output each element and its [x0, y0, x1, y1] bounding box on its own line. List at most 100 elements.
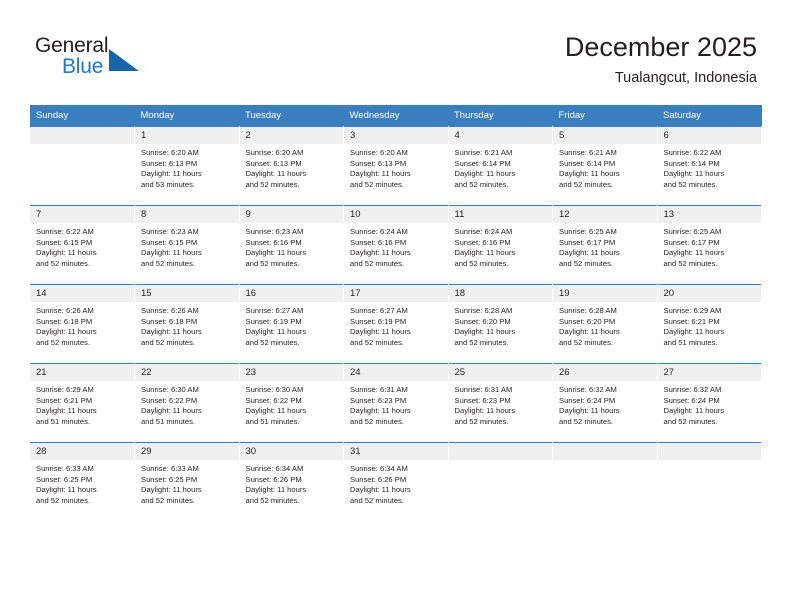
calendar-day-cell[interactable]: 10 Sunrise: 6:24 AM Sunset: 6:16 PM Dayligh…: [343, 205, 449, 285]
calendar-day-cell[interactable]: 11 Sunrise: 6:24 AM Sunset: 6:16 PM Dayligh…: [448, 205, 553, 285]
day-number: 28: [30, 443, 134, 460]
day-details: Sunrise: 6:24 AM Sunset: 6:16 PM Daylight:…: [344, 223, 448, 269]
sunset-text: Sunset: 6:18 PM: [141, 316, 198, 326]
day-number: 15: [135, 285, 239, 302]
calendar-day-cell[interactable]: 9 Sunrise: 6:23 AM Sunset: 6:16 PM Daylight…: [239, 205, 344, 285]
calendar-day-cell[interactable]: 22 Sunrise: 6:30 AM Sunset: 6:22 PM Dayligh…: [134, 363, 240, 443]
daylight-text-line2: and 52 minutes.: [350, 258, 405, 268]
page-title: December 2025: [564, 32, 757, 62]
calendar-day-cell[interactable]: 12 Sunrise: 6:25 AM Sunset: 6:17 PM Dayligh…: [552, 205, 658, 285]
day-details: Sunrise: 6:22 AM Sunset: 6:15 PM Daylight:…: [30, 223, 134, 269]
calendar-day-cell[interactable]: 7 Sunrise: 6:22 AM Sunset: 6:15 PM Daylight…: [30, 205, 135, 285]
weekday-header-monday: Monday: [134, 105, 239, 127]
calendar-day-cell[interactable]: 29 Sunrise: 6:33 AM Sunset: 6:25 PM Dayligh…: [134, 442, 240, 521]
sunset-text: Sunset: 6:23 PM: [454, 395, 511, 405]
calendar-day-cell[interactable]: 2 Sunrise: 6:20 AM Sunset: 6:13 PM Daylight…: [239, 126, 344, 206]
general-blue-logo[interactable]: General Blue: [35, 34, 165, 86]
sunset-text: Sunset: 6:13 PM: [350, 158, 407, 168]
daylight-text-line1: Daylight: 11 hours: [663, 169, 725, 179]
day-details: Sunrise: 6:26 AM Sunset: 6:18 PM Daylight:…: [30, 302, 134, 348]
weekday-header-tuesday: Tuesday: [239, 105, 344, 127]
daylight-text-line2: and 52 minutes.: [663, 258, 718, 268]
calendar-day-cell[interactable]: 15 Sunrise: 6:26 AM Sunset: 6:18 PM Dayligh…: [134, 284, 240, 364]
day-details: Sunrise: 6:29 AM Sunset: 6:21 PM Daylight:…: [30, 381, 134, 427]
calendar-day-cell[interactable]: 31 Sunrise: 6:34 AM Sunset: 6:26 PM Dayligh…: [343, 442, 449, 521]
day-number: 12: [553, 206, 657, 223]
page-subtitle: Tualangcut, Indonesia: [614, 70, 757, 86]
sunset-text: Sunset: 6:22 PM: [245, 395, 302, 405]
calendar-day-cell[interactable]: 19 Sunrise: 6:28 AM Sunset: 6:20 PM Dayligh…: [552, 284, 658, 364]
daylight-text-line1: Daylight: 11 hours: [663, 248, 725, 258]
calendar-day-cell[interactable]: 27 Sunrise: 6:32 AM Sunset: 6:24 PM Dayligh…: [657, 363, 762, 443]
sunset-text: Sunset: 6:14 PM: [663, 158, 720, 168]
sunset-text: Sunset: 6:17 PM: [663, 237, 720, 247]
sunset-text: Sunset: 6:15 PM: [36, 237, 93, 247]
day-number: 23: [239, 364, 343, 381]
calendar-day-cell[interactable]: 17 Sunrise: 6:27 AM Sunset: 6:19 PM Dayligh…: [343, 284, 449, 364]
sunset-text: Sunset: 6:16 PM: [350, 237, 407, 247]
calendar-day-cell[interactable]: 6 Sunrise: 6:22 AM Sunset: 6:14 PM Daylight…: [657, 126, 762, 206]
day-details: Sunrise: 6:27 AM Sunset: 6:19 PM Daylight:…: [344, 302, 448, 348]
sunset-text: Sunset: 6:20 PM: [559, 316, 616, 326]
daylight-text-line1: Daylight: 11 hours: [559, 169, 620, 179]
calendar-day-cell[interactable]: 13 Sunrise: 6:25 AM Sunset: 6:17 PM Dayligh…: [657, 205, 762, 285]
day-details: Sunrise: 6:28 AM Sunset: 6:20 PM Daylight:…: [553, 302, 657, 348]
daylight-text-line2: and 52 minutes.: [245, 179, 300, 189]
daylight-text-line1: Daylight: 11 hours: [350, 485, 411, 495]
calendar-day-cell[interactable]: 3 Sunrise: 6:20 AM Sunset: 6:13 PM Daylight…: [343, 126, 449, 206]
day-details: Sunrise: 6:30 AM Sunset: 6:22 PM Daylight:…: [135, 381, 239, 427]
calendar-day-cell[interactable]: 4 Sunrise: 6:21 AM Sunset: 6:14 PM Daylight…: [448, 126, 553, 206]
calendar-day-cell[interactable]: 21 Sunrise: 6:29 AM Sunset: 6:21 PM Dayligh…: [30, 363, 135, 443]
calendar-day-cell[interactable]: 16 Sunrise: 6:27 AM Sunset: 6:19 PM Dayligh…: [239, 284, 344, 364]
calendar-day-cell[interactable]: 26 Sunrise: 6:32 AM Sunset: 6:24 PM Dayligh…: [552, 363, 658, 443]
day-details: Sunrise: 6:32 AM Sunset: 6:24 PM Daylight:…: [553, 381, 657, 427]
day-number: 7: [30, 206, 134, 223]
daylight-text-line2: and 52 minutes.: [350, 416, 405, 426]
sunset-text: Sunset: 6:19 PM: [350, 316, 407, 326]
weekday-header-sunday: Sunday: [30, 105, 135, 127]
sunrise-text: Sunrise: 6:29 AM: [663, 306, 722, 315]
day-details: Sunrise: 6:33 AM Sunset: 6:25 PM Daylight:…: [135, 460, 239, 506]
daylight-text-line2: and 52 minutes.: [141, 258, 196, 268]
day-details: Sunrise: 6:31 AM Sunset: 6:23 PM Daylight:…: [449, 381, 553, 427]
calendar-day-cell[interactable]: 18 Sunrise: 6:28 AM Sunset: 6:20 PM Dayligh…: [448, 284, 553, 364]
day-number: [553, 443, 657, 460]
day-details: Sunrise: 6:20 AM Sunset: 6:13 PM Daylight:…: [344, 144, 448, 190]
sunrise-text: Sunrise: 6:33 AM: [141, 464, 199, 473]
daylight-text-line2: and 52 minutes.: [350, 337, 405, 347]
sunrise-text: Sunrise: 6:23 AM: [141, 227, 199, 236]
day-number: 6: [657, 127, 761, 144]
calendar-day-cell[interactable]: 23 Sunrise: 6:30 AM Sunset: 6:22 PM Dayligh…: [239, 363, 344, 443]
daylight-text-line1: Daylight: 11 hours: [36, 485, 97, 495]
day-details: Sunrise: 6:21 AM Sunset: 6:14 PM Daylight:…: [553, 144, 657, 190]
daylight-text-line1: Daylight: 11 hours: [559, 327, 620, 337]
logo-text-blue: Blue: [62, 55, 104, 78]
day-details: Sunrise: 6:28 AM Sunset: 6:20 PM Daylight:…: [449, 302, 553, 348]
calendar-day-cell[interactable]: 30 Sunrise: 6:34 AM Sunset: 6:26 PM Dayligh…: [239, 442, 344, 521]
daylight-text-line2: and 51 minutes.: [245, 416, 300, 426]
sunrise-text: Sunrise: 6:28 AM: [454, 306, 513, 315]
sunrise-text: Sunrise: 6:23 AM: [245, 227, 304, 236]
daylight-text-line1: Daylight: 11 hours: [245, 406, 307, 416]
sunset-text: Sunset: 6:14 PM: [454, 158, 511, 168]
day-number: 18: [448, 285, 552, 302]
day-number: [657, 443, 761, 460]
calendar-day-cell-empty: [448, 442, 553, 521]
calendar-day-cell[interactable]: 20 Sunrise: 6:29 AM Sunset: 6:21 PM Dayligh…: [657, 284, 762, 364]
calendar-day-cell[interactable]: 8 Sunrise: 6:23 AM Sunset: 6:15 PM Daylight…: [134, 205, 240, 285]
calendar-day-cell[interactable]: 1 Sunrise: 6:20 AM Sunset: 6:13 PM Daylight…: [134, 126, 240, 206]
day-number: 10: [344, 206, 448, 223]
day-number: 27: [657, 364, 761, 381]
daylight-text-line2: and 52 minutes.: [36, 495, 91, 505]
daylight-text-line1: Daylight: 11 hours: [350, 327, 411, 337]
calendar-day-cell-empty: [30, 126, 135, 206]
calendar-body: 1 Sunrise: 6:20 AM Sunset: 6:13 PM Daylight…: [30, 126, 762, 521]
calendar-day-cell[interactable]: 24 Sunrise: 6:31 AM Sunset: 6:23 PM Dayligh…: [343, 363, 449, 443]
daylight-text-line2: and 52 minutes.: [36, 258, 91, 268]
calendar-day-cell[interactable]: 28 Sunrise: 6:33 AM Sunset: 6:25 PM Dayligh…: [30, 442, 135, 521]
daylight-text-line2: and 51 minutes.: [663, 337, 718, 347]
sunrise-text: Sunrise: 6:34 AM: [350, 464, 408, 473]
calendar-day-cell[interactable]: 25 Sunrise: 6:31 AM Sunset: 6:23 PM Dayligh…: [448, 363, 553, 443]
calendar-day-cell[interactable]: 5 Sunrise: 6:21 AM Sunset: 6:14 PM Daylight…: [552, 126, 658, 206]
calendar-day-cell[interactable]: 14 Sunrise: 6:26 AM Sunset: 6:18 PM Dayligh…: [30, 284, 135, 364]
